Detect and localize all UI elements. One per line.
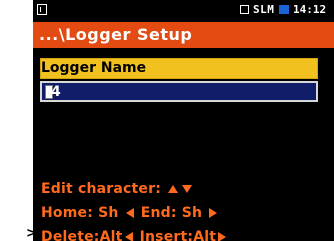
- square-icon: [240, 5, 249, 14]
- home-end-hint: Home: Sh End: Sh: [41, 204, 219, 222]
- insert-hint-text: Insert:Alt: [134, 229, 217, 241]
- arrow-left-icon: [125, 208, 134, 218]
- edit-character-text: Edit character:: [41, 181, 167, 197]
- end-hint-text: End: Sh: [135, 205, 208, 221]
- file-icon: [37, 4, 47, 15]
- screen-title: ...\Logger Setup: [39, 25, 193, 44]
- logger-name-input[interactable]: 4: [40, 81, 318, 102]
- battery-icon: [279, 5, 289, 14]
- device-screen: SLM 14:12 ...\Logger Setup Logger Name 4…: [33, 0, 334, 241]
- logger-setup-panel: Logger Name 4 Edit character: Home: Sh E…: [33, 48, 334, 241]
- arrow-down-icon: [182, 185, 193, 193]
- logger-name-label: Logger Name: [41, 60, 147, 76]
- logger-name-value: 4: [51, 84, 61, 100]
- arrow-up-icon: [168, 185, 179, 193]
- arrow-right-icon: [218, 232, 227, 241]
- title-bar: ...\Logger Setup: [33, 22, 334, 48]
- status-bar: SLM 14:12: [33, 0, 334, 20]
- clock-time: 14:12: [293, 3, 327, 16]
- arrow-right-icon: [209, 208, 218, 218]
- home-hint-text: Home: Sh: [41, 205, 124, 221]
- arrow-left-icon: [124, 232, 133, 241]
- logger-name-label-bar: Logger Name: [40, 58, 318, 79]
- delete-hint-text: Delete:Alt: [41, 229, 123, 241]
- edit-character-hint: Edit character:: [41, 180, 194, 198]
- delete-insert-hint: Delete:Alt Insert:Alt: [41, 228, 228, 241]
- mode-label: SLM: [253, 3, 275, 16]
